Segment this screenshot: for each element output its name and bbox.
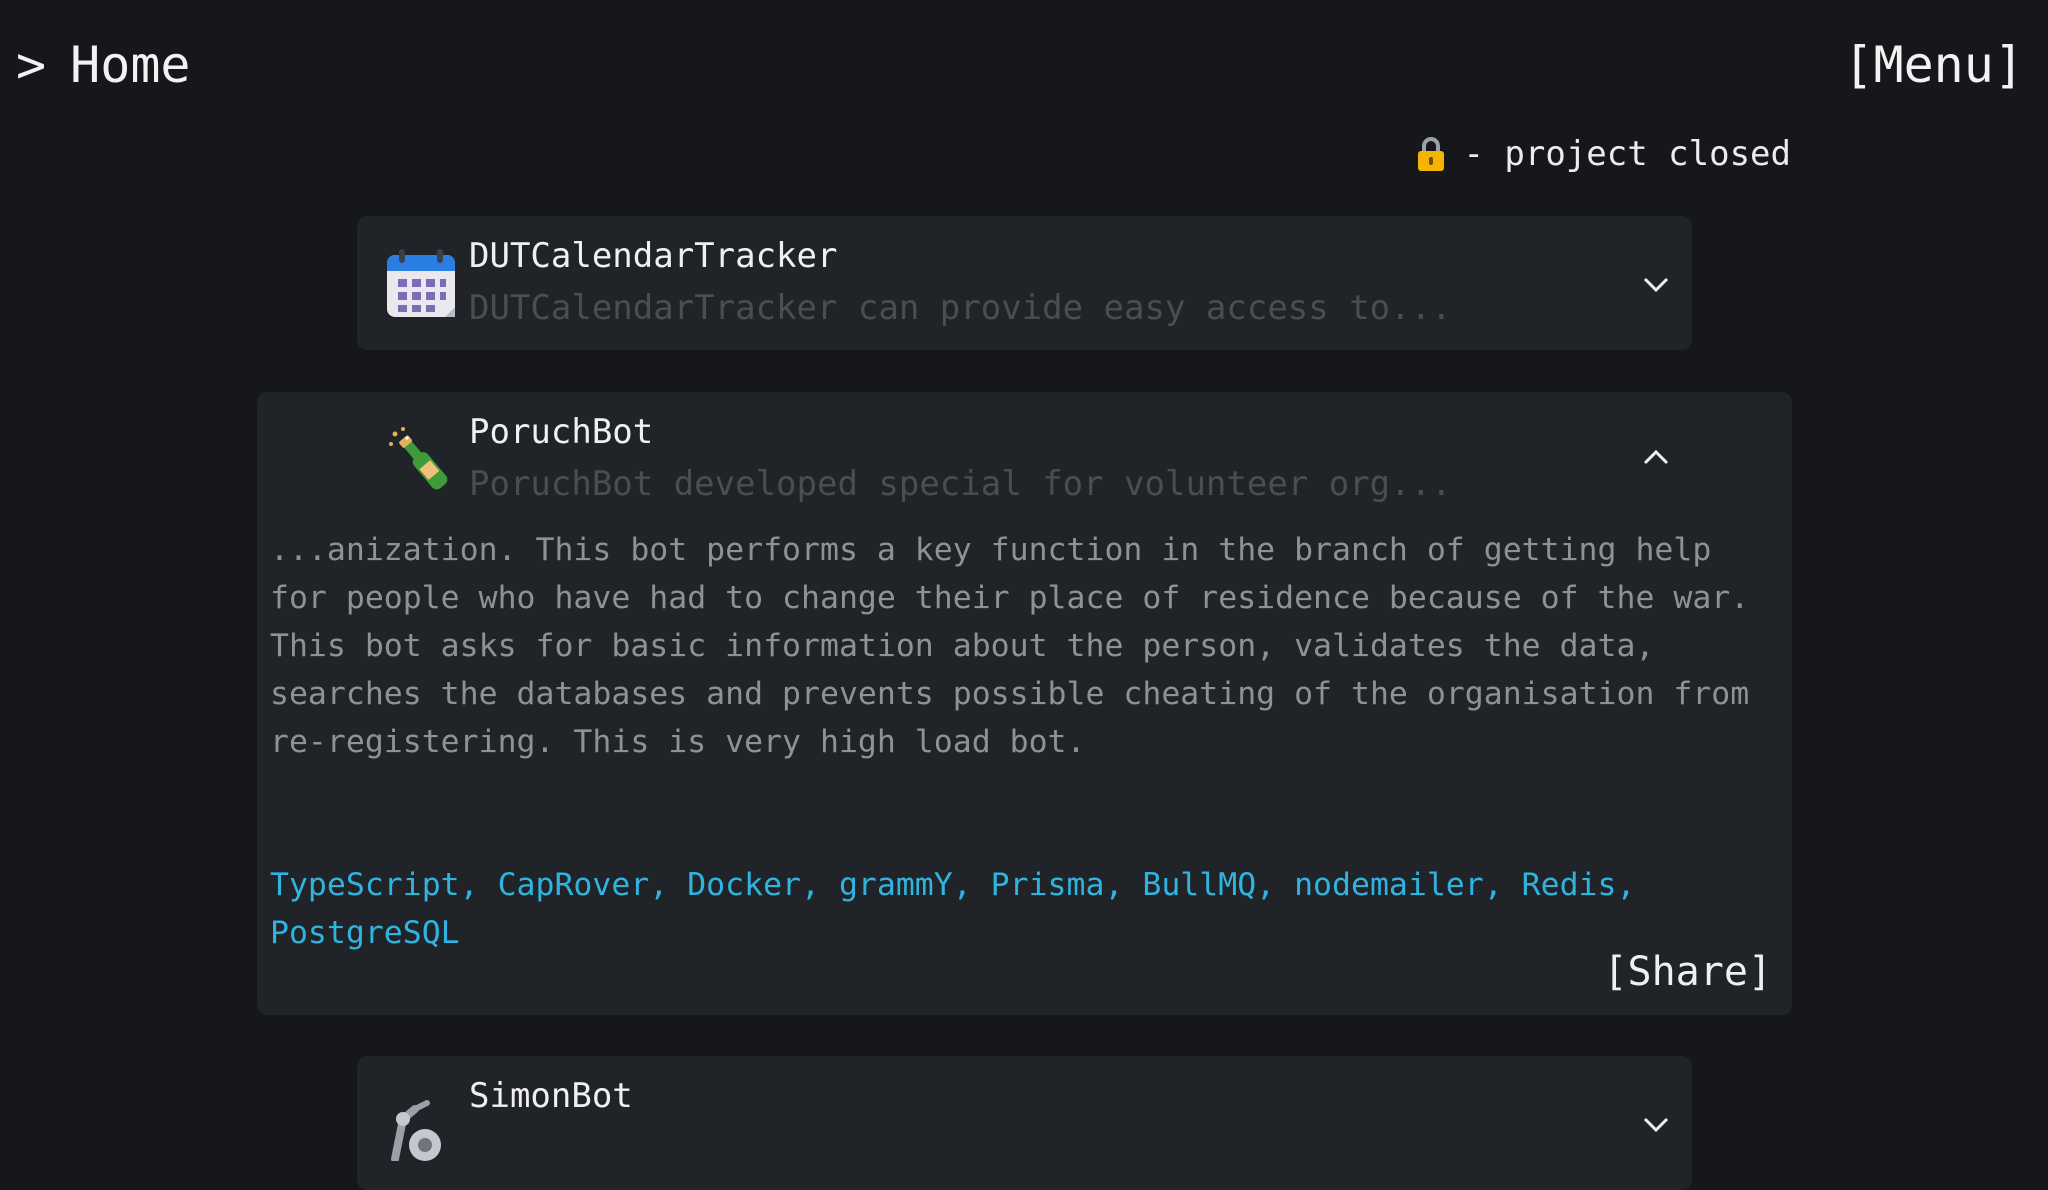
tech-stack[interactable]: TypeScript, CapRover, Docker, grammY, Pr… [270,861,1770,957]
chevron-down-icon[interactable] [1642,270,1670,298]
legend-text: - project closed [1463,134,1791,174]
chevron-right-icon: > [16,36,47,94]
project-subtitle: PoruchBot developed special for voluntee… [469,464,1452,504]
project-description: ...anization. This bot performs a key fu… [270,532,1769,760]
legend: - project closed [1417,134,1791,174]
project-subtitle: DUTCalendarTracker can provide easy acce… [469,288,1452,328]
project-title: SimonBot [469,1076,633,1116]
project-title: DUTCalendarTracker [469,236,838,276]
project-title: PoruchBot [469,412,654,452]
lock-icon [1418,137,1445,171]
champagne-bottle-icon [389,427,448,490]
share-button[interactable]: [Share] [1603,949,1772,995]
project-card-poruchbot[interactable]: PoruchBot PoruchBot developed special fo… [257,392,1792,1015]
calendar-icon [387,249,455,317]
chevron-up-icon[interactable] [1642,444,1670,472]
project-card-simonbot[interactable]: SimonBot [357,1056,1692,1190]
top-bar: > Home [Menu] [0,0,2048,130]
chevron-down-icon[interactable] [1642,1110,1670,1138]
page-title: Home [70,36,191,94]
robot-arm-icon [391,1100,441,1161]
project-card-dutcalendartracker[interactable]: DUTCalendarTracker DUTCalendarTracker ca… [357,216,1692,350]
menu-button[interactable]: [Menu] [1843,36,2024,94]
breadcrumb[interactable]: > Home [16,36,191,94]
